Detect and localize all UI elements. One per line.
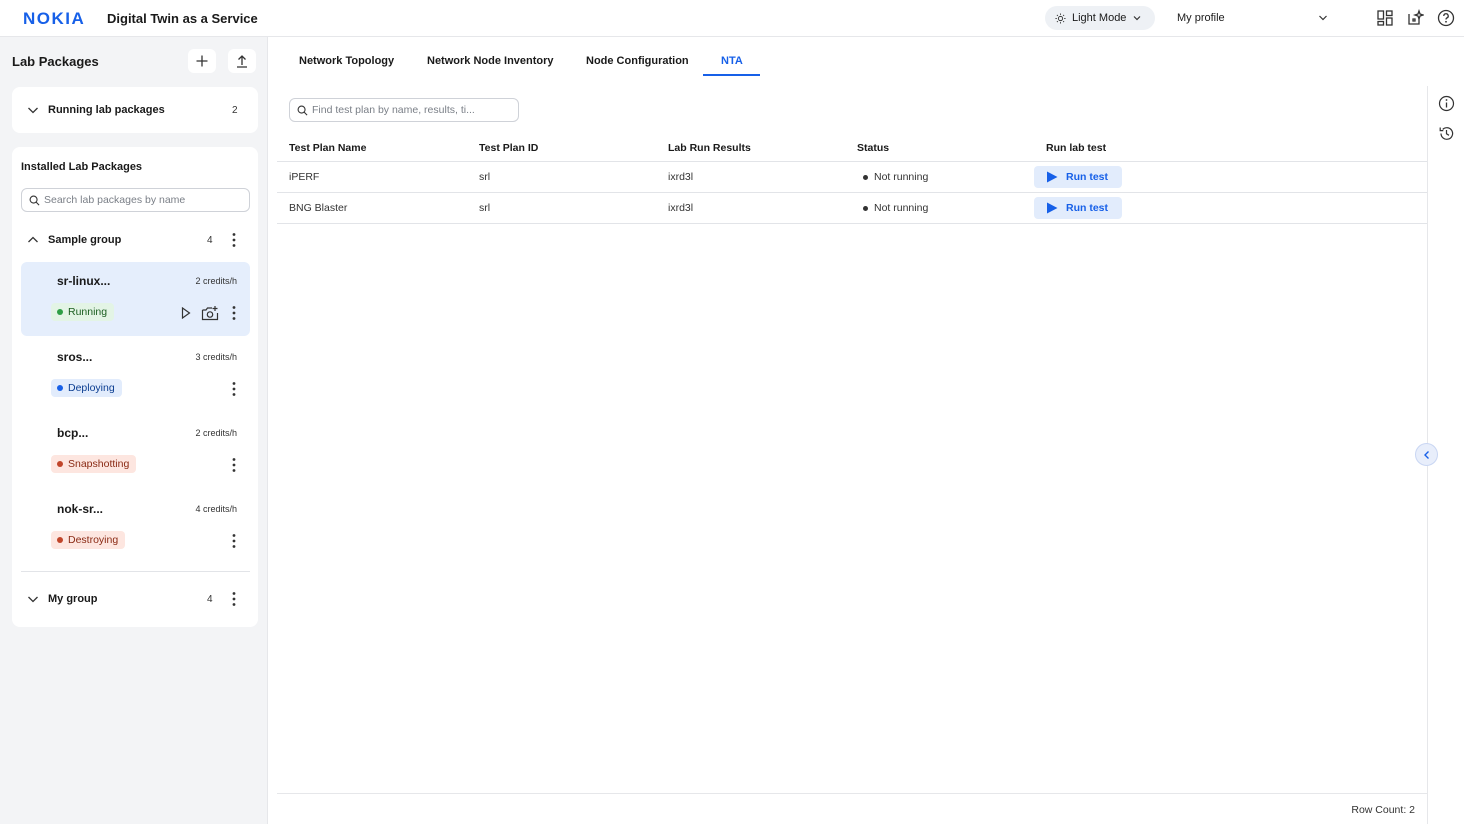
row-count: Row Count: 2: [1351, 804, 1415, 816]
app-title: Digital Twin as a Service: [107, 11, 258, 26]
running-count: 2: [232, 105, 238, 116]
help-icon[interactable]: [1437, 9, 1455, 27]
theme-mode-selector[interactable]: Light Mode: [1045, 6, 1155, 30]
nokia-logo[interactable]: NOKIA: [23, 10, 89, 26]
group-label[interactable]: Sample group: [48, 234, 121, 246]
status-cell: Not running: [863, 171, 928, 183]
installed-lab-packages-title: Installed Lab Packages: [21, 161, 143, 173]
lab-run-results: ixrd3l: [668, 171, 694, 183]
column-header[interactable]: Test Plan Name: [289, 142, 366, 154]
installed-lab-packages-section: Installed Lab Packages Sample group 4 sr…: [12, 147, 258, 627]
lab-package-item[interactable]: sros... 3 credits/h Deploying: [21, 338, 250, 412]
theme-mode-label: Light Mode: [1072, 12, 1127, 24]
table-row[interactable]: iPERF srl ixrd3l Not running Run test: [277, 162, 1427, 193]
lab-package-item[interactable]: sr-linux... 2 credits/h Running: [21, 262, 250, 336]
running-lab-packages-label: Running lab packages: [48, 104, 165, 116]
run-test-button[interactable]: Run test: [1034, 197, 1122, 219]
lab-package-item[interactable]: nok-sr... 4 credits/h Destroying: [21, 490, 250, 564]
more-options-icon[interactable]: [232, 305, 236, 321]
group-divider: [21, 571, 250, 572]
info-icon[interactable]: [1438, 95, 1455, 112]
package-credits: 3 credits/h: [195, 352, 237, 362]
table-header: Test Plan Name Test Plan ID Lab Run Resu…: [277, 133, 1427, 162]
svg-text:NOKIA: NOKIA: [23, 10, 85, 26]
chevron-down-icon: [1134, 16, 1141, 21]
lab-package-item[interactable]: bcp... 2 credits/h Snapshotting: [21, 414, 250, 488]
test-plan-table: Test Plan Name Test Plan ID Lab Run Resu…: [277, 133, 1427, 224]
collapse-panel-button[interactable]: [1415, 443, 1438, 466]
sun-icon: [1055, 12, 1066, 24]
column-header[interactable]: Lab Run Results: [668, 142, 751, 154]
sidebar: Lab Packages Running lab packages 2 Inst…: [0, 37, 268, 824]
active-tab-indicator: [703, 74, 760, 76]
test-plan-name: BNG Blaster: [289, 202, 348, 214]
package-credits: 4 credits/h: [195, 504, 237, 514]
chevron-down-icon[interactable]: [27, 593, 39, 605]
chevron-down-icon[interactable]: [27, 104, 39, 116]
search-icon: [29, 195, 40, 206]
tab-network-topology[interactable]: Network Topology: [299, 55, 394, 67]
upload-icon: [237, 55, 247, 68]
play-icon: [1047, 202, 1058, 214]
package-credits: 2 credits/h: [195, 428, 237, 438]
chevron-down-icon[interactable]: [1318, 13, 1328, 23]
more-options-icon[interactable]: [232, 591, 236, 607]
running-lab-packages-section[interactable]: Running lab packages 2: [12, 87, 258, 133]
group-count: 4: [207, 594, 213, 605]
package-credits: 2 credits/h: [195, 276, 237, 286]
tab-nta[interactable]: NTA: [721, 55, 743, 67]
column-header[interactable]: Run lab test: [1046, 142, 1106, 154]
status-badge: Destroying: [51, 531, 126, 549]
add-lab-package-button[interactable]: [188, 49, 216, 73]
ai-sparkle-icon[interactable]: [1406, 9, 1424, 27]
more-options-icon[interactable]: [232, 533, 236, 549]
plus-icon: [196, 55, 208, 67]
package-name: sros...: [57, 350, 93, 364]
status-cell: Not running: [863, 202, 928, 214]
table-row[interactable]: BNG Blaster srl ixrd3l Not running Run t…: [277, 193, 1427, 224]
profile-menu-label[interactable]: My profile: [1177, 12, 1225, 24]
more-options-icon[interactable]: [232, 381, 236, 397]
more-options-icon[interactable]: [232, 232, 236, 248]
dashboard-icon[interactable]: [1376, 9, 1394, 27]
lab-run-results: ixrd3l: [668, 202, 694, 214]
run-test-button[interactable]: Run test: [1034, 166, 1122, 188]
snapshot-camera-icon[interactable]: [201, 305, 219, 321]
upload-lab-package-button[interactable]: [228, 49, 256, 73]
chevron-up-icon[interactable]: [27, 234, 39, 246]
sidebar-title: Lab Packages: [12, 54, 99, 69]
tab-node-configuration[interactable]: Node Configuration: [586, 55, 689, 67]
search-icon: [297, 105, 308, 116]
test-plan-search[interactable]: [289, 98, 519, 122]
tab-network-node-inventory[interactable]: Network Node Inventory: [427, 55, 554, 67]
table-footer: Row Count: 2: [277, 793, 1427, 824]
status-badge: Deploying: [51, 379, 122, 397]
lab-package-search[interactable]: [21, 188, 250, 212]
test-plan-search-input[interactable]: [312, 102, 512, 118]
test-plan-id: srl: [479, 171, 491, 183]
package-name: sr-linux...: [57, 274, 111, 288]
top-bar: NOKIA Digital Twin as a Service Light Mo…: [0, 0, 1464, 37]
play-icon[interactable]: [181, 307, 191, 319]
column-header[interactable]: Test Plan ID: [479, 142, 538, 154]
lab-package-search-input[interactable]: [44, 192, 244, 208]
more-options-icon[interactable]: [232, 457, 236, 473]
test-plan-name: iPERF: [289, 171, 320, 183]
status-badge: Snapshotting: [51, 455, 137, 473]
chevron-left-icon: [1423, 450, 1429, 459]
history-icon[interactable]: [1438, 125, 1455, 142]
package-name: bcp...: [57, 426, 89, 440]
group-label[interactable]: My group: [48, 593, 98, 605]
group-count: 4: [207, 235, 213, 246]
package-name: nok-sr...: [57, 502, 104, 516]
status-badge: Running: [51, 303, 115, 321]
test-plan-id: srl: [479, 202, 491, 214]
play-icon: [1047, 171, 1058, 183]
column-header[interactable]: Status: [857, 142, 889, 154]
